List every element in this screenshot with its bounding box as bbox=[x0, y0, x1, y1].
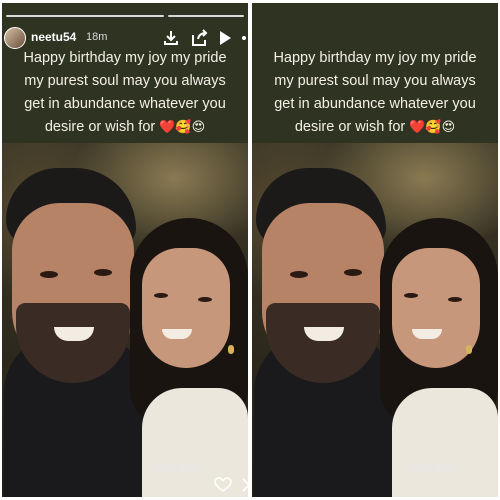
caption-emojis: ❤️🥰😍 bbox=[409, 120, 456, 135]
avatar[interactable] bbox=[4, 27, 26, 49]
earring bbox=[228, 345, 234, 354]
story-caption: Happy birthday my joy my pride my purest… bbox=[252, 47, 498, 139]
woman-right-eye bbox=[448, 297, 462, 302]
man-right-eye bbox=[94, 269, 112, 276]
caption-line: get in abundance whatever you bbox=[274, 96, 476, 112]
time-ago: 18m bbox=[86, 31, 108, 43]
caption-line: Happy birthday my joy my pride bbox=[273, 50, 477, 66]
send-icon[interactable] bbox=[242, 478, 248, 492]
earring bbox=[466, 345, 472, 354]
story-progress-bar bbox=[168, 15, 244, 17]
watermark: @arks bbox=[152, 459, 201, 476]
story-screenshot-with-ui: neetu54 18m Happy birthday my joy my pri… bbox=[2, 3, 248, 497]
caption-line-text: desire or wish for bbox=[294, 119, 406, 135]
story-caption: Happy birthday my joy my pride my purest… bbox=[2, 47, 248, 139]
caption-line: my purest soul may you always bbox=[274, 73, 476, 89]
man-right-eye bbox=[344, 269, 362, 276]
heart-icon[interactable] bbox=[214, 477, 232, 493]
caption-line: Happy birthday my joy my pride bbox=[23, 50, 227, 66]
man-left-eye bbox=[290, 271, 308, 278]
caption-line: my purest soul may you always bbox=[24, 73, 226, 89]
woman-left-eye bbox=[404, 293, 418, 298]
caption-emojis: ❤️🥰😍 bbox=[159, 120, 206, 135]
woman-dress bbox=[392, 388, 498, 497]
share-icon[interactable] bbox=[190, 29, 210, 47]
caption-line-text: desire or wish for bbox=[44, 119, 156, 135]
woman-dress bbox=[142, 388, 248, 497]
username[interactable]: neetu54 bbox=[31, 30, 76, 44]
man-left-eye bbox=[40, 271, 58, 278]
woman-right-eye bbox=[198, 297, 212, 302]
play-icon[interactable] bbox=[218, 29, 232, 47]
watermark: @arks bbox=[408, 459, 457, 476]
caption-line: get in abundance whatever you bbox=[24, 96, 226, 112]
story-screenshot-clean: Happy birthday my joy my pride my purest… bbox=[252, 3, 498, 497]
more-icon[interactable] bbox=[240, 29, 248, 47]
woman-left-eye bbox=[154, 293, 168, 298]
woman-face bbox=[142, 248, 230, 368]
caption-line: desire or wish for ❤️🥰😍 bbox=[262, 116, 488, 139]
download-icon[interactable] bbox=[162, 29, 180, 47]
caption-line: desire or wish for ❤️🥰😍 bbox=[12, 116, 238, 139]
story-progress-bar bbox=[6, 15, 164, 17]
